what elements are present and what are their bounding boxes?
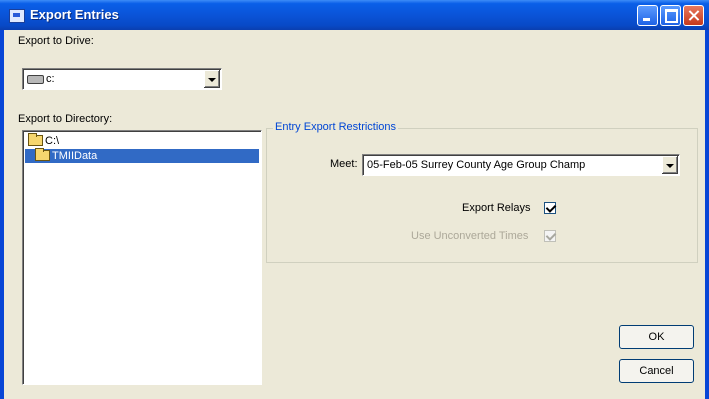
- chevron-down-icon[interactable]: [662, 156, 678, 174]
- title-bar[interactable]: Export Entries: [0, 0, 709, 30]
- directory-item-root[interactable]: C:\: [25, 133, 259, 148]
- directory-item-label: TMIIData: [52, 150, 98, 162]
- export-relays-checkbox[interactable]: [544, 202, 556, 214]
- close-button[interactable]: [683, 5, 704, 26]
- minimize-button[interactable]: [637, 5, 658, 26]
- export-relays-label: Export Relays: [462, 202, 531, 214]
- ok-button[interactable]: OK: [619, 325, 694, 349]
- app-icon[interactable]: [9, 9, 25, 23]
- open-folder-icon: [35, 148, 50, 161]
- directory-item-label: C:\: [45, 135, 60, 147]
- drive-select[interactable]: c:: [22, 68, 222, 90]
- cancel-button[interactable]: Cancel: [619, 359, 694, 383]
- drive-select-value: c:: [46, 73, 55, 85]
- directory-item-tmiidata[interactable]: TMIIData: [25, 148, 259, 163]
- open-folder-icon: [28, 133, 43, 146]
- export-drive-label: Export to Drive:: [18, 35, 94, 47]
- drive-icon: [27, 75, 44, 84]
- use-unconverted-times-checkbox: [544, 230, 556, 242]
- meet-select[interactable]: 05-Feb-05 Surrey County Age Group Champ: [362, 154, 680, 176]
- maximize-button[interactable]: [660, 5, 681, 26]
- use-unconverted-times-label: Use Unconverted Times: [411, 230, 529, 242]
- meet-label: Meet:: [330, 158, 358, 170]
- window-title: Export Entries: [30, 7, 119, 22]
- export-directory-label: Export to Directory:: [18, 113, 113, 125]
- meet-select-value: 05-Feb-05 Surrey County Age Group Champ: [367, 159, 586, 171]
- group-title: Entry Export Restrictions: [273, 121, 399, 133]
- directory-list[interactable]: C:\ TMIIData: [22, 130, 262, 385]
- entry-export-restrictions-group: Entry Export Restrictions Meet: 05-Feb-0…: [266, 121, 698, 263]
- chevron-down-icon[interactable]: [204, 70, 220, 88]
- export-entries-window: Export Entries Export to Drive: c: Expor…: [0, 0, 709, 399]
- dialog-body: Export to Drive: c: Export to Directory:…: [4, 30, 705, 399]
